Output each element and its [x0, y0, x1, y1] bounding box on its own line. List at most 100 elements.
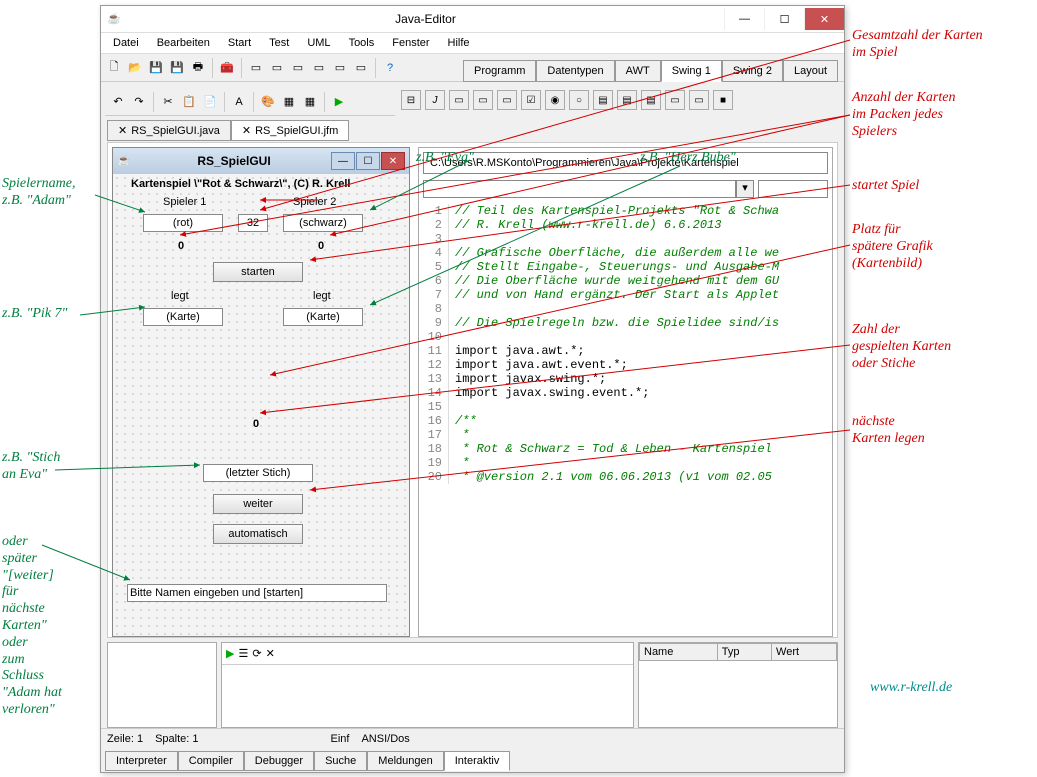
status-tab-debugger[interactable]: Debugger: [244, 751, 314, 771]
status-tab-interaktiv[interactable]: Interaktiv: [444, 751, 511, 771]
col-wert[interactable]: Wert: [772, 644, 837, 661]
swing-combo-icon[interactable]: ▤: [617, 90, 637, 110]
swing-panel-icon[interactable]: ▭: [665, 90, 685, 110]
status-tab-interpreter[interactable]: Interpreter: [105, 751, 178, 771]
rot-input[interactable]: [143, 214, 223, 232]
starten-button[interactable]: starten: [213, 262, 303, 282]
code-editor[interactable]: 1// Teil des Kartenspiel-Projekts "Rot &…: [419, 200, 832, 636]
status-tab-meldungen[interactable]: Meldungen: [367, 751, 443, 771]
tab-swing1[interactable]: Swing 1: [661, 60, 722, 82]
menu-test[interactable]: Test: [261, 35, 297, 51]
menu-datei[interactable]: Datei: [105, 35, 147, 51]
menu-uml[interactable]: UML: [299, 35, 338, 51]
variables-panel[interactable]: Name Typ Wert: [638, 642, 838, 728]
tab-datentypen[interactable]: Datentypen: [536, 60, 614, 82]
file-tab-jfm[interactable]: ✕RS_SpielGUI.jfm: [231, 120, 349, 141]
tab-awt[interactable]: AWT: [615, 60, 661, 82]
anno-anzahl: Anzahl der Karten im Packen jedes Spiele…: [852, 90, 955, 140]
col-typ[interactable]: Typ: [717, 644, 771, 661]
color1-icon[interactable]: 🎨: [259, 93, 277, 111]
color2-icon[interactable]: ▦: [280, 93, 298, 111]
deck-input[interactable]: [238, 214, 268, 232]
anno-platz: Platz für spätere Grafik (Kartenbild): [852, 222, 933, 272]
swing-list-icon[interactable]: ▤: [593, 90, 613, 110]
status-tab-suche[interactable]: Suche: [314, 751, 367, 771]
form-close-button[interactable]: ✕: [381, 152, 405, 170]
tab-programm[interactable]: Programm: [463, 60, 536, 82]
swing-canvas-icon[interactable]: ■: [713, 90, 733, 110]
form2-icon[interactable]: ▭: [268, 59, 286, 77]
form-titlebar: ☕ RS_SpielGUI — ☐ ✕: [113, 148, 409, 174]
weiter-button[interactable]: weiter: [213, 494, 303, 514]
swing-panel2-icon[interactable]: ▭: [689, 90, 709, 110]
status-tab-compiler[interactable]: Compiler: [178, 751, 244, 771]
print-icon[interactable]: 🖶: [189, 59, 207, 77]
automatisch-button[interactable]: automatisch: [213, 524, 303, 544]
run-icon[interactable]: ▶: [330, 93, 348, 111]
menu-tools[interactable]: Tools: [341, 35, 383, 51]
file-tab-java[interactable]: ✕RS_SpielGUI.java: [107, 120, 231, 141]
swing-radio-icon[interactable]: ◉: [545, 90, 565, 110]
copy-icon[interactable]: 📋: [180, 93, 198, 111]
menu-bearbeiten[interactable]: Bearbeiten: [149, 35, 218, 51]
close-tab-icon[interactable]: ✕: [242, 124, 251, 137]
loop-icon[interactable]: ⟳: [252, 647, 261, 660]
undo-icon[interactable]: ↶: [109, 93, 127, 111]
save-icon[interactable]: 💾: [147, 59, 165, 77]
tool-icon[interactable]: 🧰: [218, 59, 236, 77]
component-tabs: Programm Datentypen AWT Swing 1 Swing 2 …: [463, 60, 838, 82]
anno-stichan: z.B. "Stich an Eva": [2, 450, 60, 484]
form6-icon[interactable]: ▭: [352, 59, 370, 77]
new-icon[interactable]: 🗋: [105, 59, 123, 77]
swing-label-icon[interactable]: ⊟: [401, 90, 421, 110]
swing-textfield-icon[interactable]: ▭: [449, 90, 469, 110]
form-body[interactable]: Kartenspiel \"Rot & Schwarz\", (C) R. Kr…: [113, 174, 409, 636]
hint-input[interactable]: [127, 584, 387, 602]
form3-icon[interactable]: ▭: [289, 59, 307, 77]
class-combo-input[interactable]: [423, 180, 736, 198]
redo-icon[interactable]: ↷: [130, 93, 148, 111]
class-combo[interactable]: ▾: [423, 180, 828, 198]
method-combo[interactable]: [758, 180, 828, 198]
clear-icon[interactable]: ✕: [266, 647, 275, 660]
swing-checkbox-icon[interactable]: ☑: [521, 90, 541, 110]
font-icon[interactable]: A: [230, 93, 248, 111]
swing-button-icon[interactable]: ▭: [497, 90, 517, 110]
menu-fenster[interactable]: Fenster: [384, 35, 437, 51]
path-box[interactable]: C:\Users\R.MSKonto\Programmieren\Java\Pr…: [423, 152, 828, 174]
maximize-button[interactable]: ☐: [764, 8, 804, 30]
list-icon[interactable]: ☰: [238, 647, 248, 660]
help-icon[interactable]: ?: [381, 59, 399, 77]
run-icon[interactable]: ▶: [226, 647, 234, 660]
close-button[interactable]: ✕: [804, 8, 844, 30]
form5-icon[interactable]: ▭: [331, 59, 349, 77]
bottom-left-panel[interactable]: [107, 642, 217, 728]
col-name[interactable]: Name: [640, 644, 718, 661]
menu-hilfe[interactable]: Hilfe: [440, 35, 478, 51]
open-icon[interactable]: 📂: [126, 59, 144, 77]
form-minimize-button[interactable]: —: [331, 152, 355, 170]
swing-scroll-icon[interactable]: ▤: [641, 90, 661, 110]
saveall-icon[interactable]: 💾: [168, 59, 186, 77]
schwarz-input[interactable]: [283, 214, 363, 232]
close-tab-icon[interactable]: ✕: [118, 124, 127, 137]
form1-icon[interactable]: ▭: [247, 59, 265, 77]
karte1-input[interactable]: [143, 308, 223, 326]
chevron-down-icon[interactable]: ▾: [736, 180, 754, 198]
form-maximize-button[interactable]: ☐: [356, 152, 380, 170]
swing-italic-icon[interactable]: J: [425, 90, 445, 110]
menu-start[interactable]: Start: [220, 35, 259, 51]
header-label: Kartenspiel \"Rot & Schwarz\", (C) R. Kr…: [131, 178, 350, 190]
tab-swing2[interactable]: Swing 2: [722, 60, 783, 82]
color3-icon[interactable]: ▦: [301, 93, 319, 111]
swing-textarea-icon[interactable]: ▭: [473, 90, 493, 110]
paste-icon[interactable]: 📄: [201, 93, 219, 111]
cut-icon[interactable]: ✂: [159, 93, 177, 111]
form4-icon[interactable]: ▭: [310, 59, 328, 77]
swing-radio2-icon[interactable]: ○: [569, 90, 589, 110]
tab-layout[interactable]: Layout: [783, 60, 838, 82]
karte2-input[interactable]: [283, 308, 363, 326]
form-designer[interactable]: ☕ RS_SpielGUI — ☐ ✕ Kartenspiel \"Rot & …: [112, 147, 410, 637]
minimize-button[interactable]: —: [724, 8, 764, 30]
letzter-input[interactable]: [203, 464, 313, 482]
